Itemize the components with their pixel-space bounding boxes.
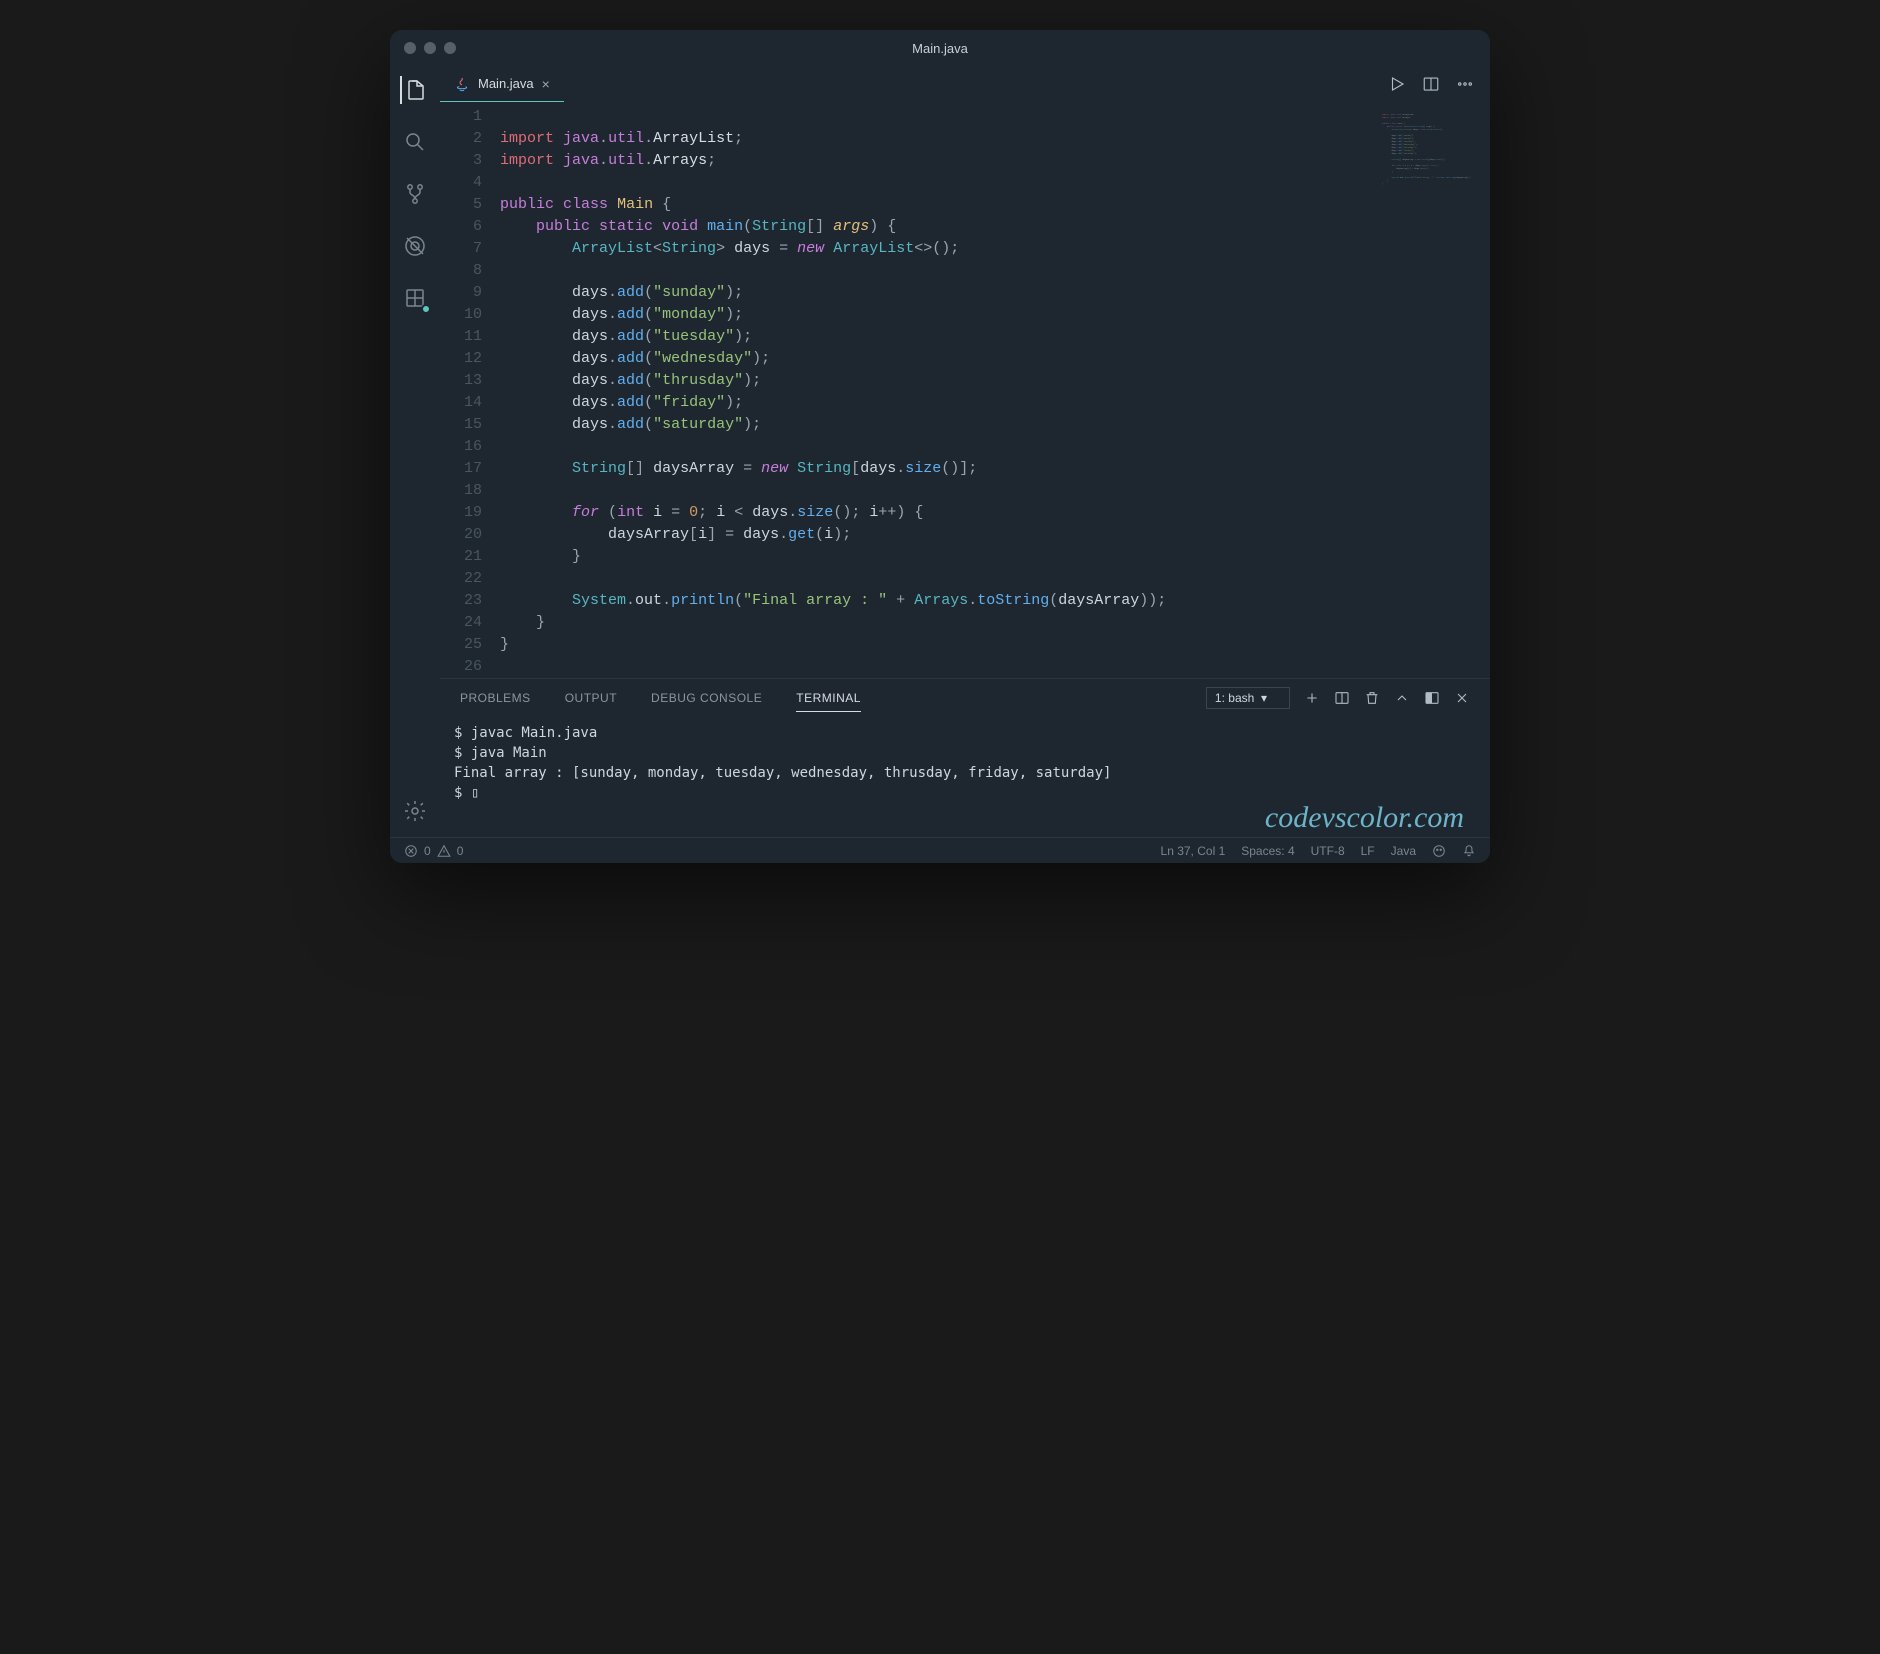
indent-status[interactable]: Spaces: 4 xyxy=(1241,844,1294,858)
more-icon[interactable] xyxy=(1456,75,1474,93)
tab-output[interactable]: OUTPUT xyxy=(565,691,617,705)
encoding-status[interactable]: UTF-8 xyxy=(1311,844,1345,858)
bell-icon[interactable] xyxy=(1462,844,1476,858)
window-title: Main.java xyxy=(912,41,968,56)
close-dot[interactable] xyxy=(404,42,416,54)
line-gutter: 1234567891011121314151617181920212223242… xyxy=(440,106,500,678)
tab-bar: Main.java × xyxy=(440,66,1490,102)
tab-terminal[interactable]: TERMINAL xyxy=(796,691,861,712)
editor-window: Main.java xyxy=(390,30,1490,863)
minimize-dot[interactable] xyxy=(424,42,436,54)
close-icon[interactable]: × xyxy=(542,76,550,92)
tab-filename: Main.java xyxy=(478,76,534,91)
trash-icon[interactable] xyxy=(1364,690,1380,706)
cursor-position[interactable]: Ln 37, Col 1 xyxy=(1161,844,1226,858)
error-icon[interactable] xyxy=(404,844,418,858)
panel-position-icon[interactable] xyxy=(1424,690,1440,706)
split-terminal-icon[interactable] xyxy=(1334,690,1350,706)
run-icon[interactable] xyxy=(1388,75,1406,93)
tab-problems[interactable]: PROBLEMS xyxy=(460,691,531,705)
titlebar: Main.java xyxy=(390,30,1490,66)
search-icon[interactable] xyxy=(401,128,429,156)
tab-debug-console[interactable]: DEBUG CONSOLE xyxy=(651,691,762,705)
explorer-icon[interactable] xyxy=(400,76,428,104)
zoom-dot[interactable] xyxy=(444,42,456,54)
java-file-icon xyxy=(454,76,470,92)
split-editor-icon[interactable] xyxy=(1422,75,1440,93)
source-control-icon[interactable] xyxy=(401,180,429,208)
debug-icon[interactable] xyxy=(401,232,429,260)
settings-gear-icon[interactable] xyxy=(401,797,429,825)
traffic-lights xyxy=(404,42,456,54)
error-count[interactable]: 0 xyxy=(424,844,431,858)
extensions-icon[interactable] xyxy=(401,284,429,312)
warning-icon[interactable] xyxy=(437,844,451,858)
code-editor[interactable]: 1234567891011121314151617181920212223242… xyxy=(440,102,1490,678)
feedback-icon[interactable] xyxy=(1432,844,1446,858)
status-bar: 0 0 Ln 37, Col 1 Spaces: 4 UTF-8 LF Java xyxy=(390,837,1490,863)
watermark: codevscolor.com xyxy=(1265,801,1464,835)
close-panel-icon[interactable] xyxy=(1454,690,1470,706)
new-terminal-icon[interactable] xyxy=(1304,690,1320,706)
terminal-selector[interactable]: 1: bash ▾ xyxy=(1206,687,1290,709)
language-status[interactable]: Java xyxy=(1391,844,1416,858)
code-content[interactable]: import java.util.ArrayList;import java.u… xyxy=(500,106,1490,678)
chevron-up-icon[interactable] xyxy=(1394,690,1410,706)
activity-bar xyxy=(390,66,440,837)
eol-status[interactable]: LF xyxy=(1361,844,1375,858)
warning-count[interactable]: 0 xyxy=(457,844,464,858)
bottom-panel: PROBLEMS OUTPUT DEBUG CONSOLE TERMINAL 1… xyxy=(440,678,1490,837)
tab-main-java[interactable]: Main.java × xyxy=(440,66,564,102)
